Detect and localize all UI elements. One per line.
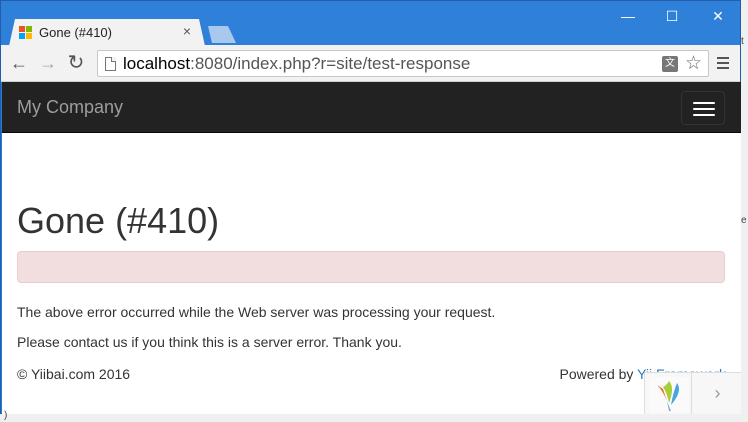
brand-link[interactable]: My Company (17, 97, 123, 118)
title-bar: Gone (#410) × — ☐ ✕ (1, 1, 740, 45)
site-navbar: My Company (2, 82, 741, 133)
tab-close-icon[interactable]: × (183, 23, 191, 39)
page-viewport: My Company Gone (#410) The above error o… (2, 82, 741, 415)
new-tab-button[interactable] (204, 26, 236, 43)
bookmark-star-icon[interactable]: ☆ (685, 52, 702, 75)
edge-fragment-bottom: ) (4, 410, 8, 421)
powered-by-label: Powered by (559, 366, 638, 382)
back-arrow-icon[interactable]: ← (7, 52, 31, 74)
chrome-menu-icon[interactable] (713, 53, 733, 73)
forward-arrow-icon[interactable]: → (36, 52, 60, 74)
url-text[interactable]: localhost:8080/index.php?r=site/test-res… (123, 54, 470, 74)
yii-debug-toolbar[interactable]: › (644, 372, 741, 415)
edge-fragment-top: t (741, 36, 744, 47)
footer-copyright: © Yiibai.com 2016 (17, 366, 131, 382)
navbar-toggle-button[interactable] (681, 91, 725, 125)
url-host: localhost (123, 54, 191, 73)
address-bar[interactable]: localhost:8080/index.php?r=site/test-res… (97, 50, 709, 77)
translate-icon[interactable]: 文 (662, 56, 678, 72)
windows-logo-icon (19, 26, 33, 40)
chevron-right-icon[interactable]: › (691, 373, 741, 415)
error-message: The above error occurred while the Web s… (17, 304, 496, 320)
url-path: :8080/index.php?r=site/test-response (190, 54, 471, 73)
browser-toolbar: ← → ↻ localhost:8080/index.php?r=site/te… (1, 45, 740, 82)
maximize-icon[interactable]: ☐ (649, 5, 695, 27)
yii-logo-icon[interactable] (649, 377, 689, 413)
minimize-icon[interactable]: — (605, 5, 651, 27)
background-window-edge: t e (741, 0, 748, 422)
contact-message: Please contact us if you think this is a… (17, 334, 402, 350)
close-window-icon[interactable]: ✕ (695, 5, 741, 27)
tab-title: Gone (#410) (39, 25, 112, 40)
error-title: Gone (#410) (17, 200, 220, 241)
background-window-bottom: ) (0, 410, 748, 422)
browser-window: Gone (#410) × — ☐ ✕ ← → ↻ localhost:8080… (0, 0, 741, 415)
reload-icon[interactable]: ↻ (64, 52, 88, 74)
browser-tab[interactable]: Gone (#410) × (9, 19, 205, 46)
edge-fragment-middle: e (741, 215, 747, 226)
page-icon (105, 57, 116, 71)
error-alert (17, 251, 725, 283)
